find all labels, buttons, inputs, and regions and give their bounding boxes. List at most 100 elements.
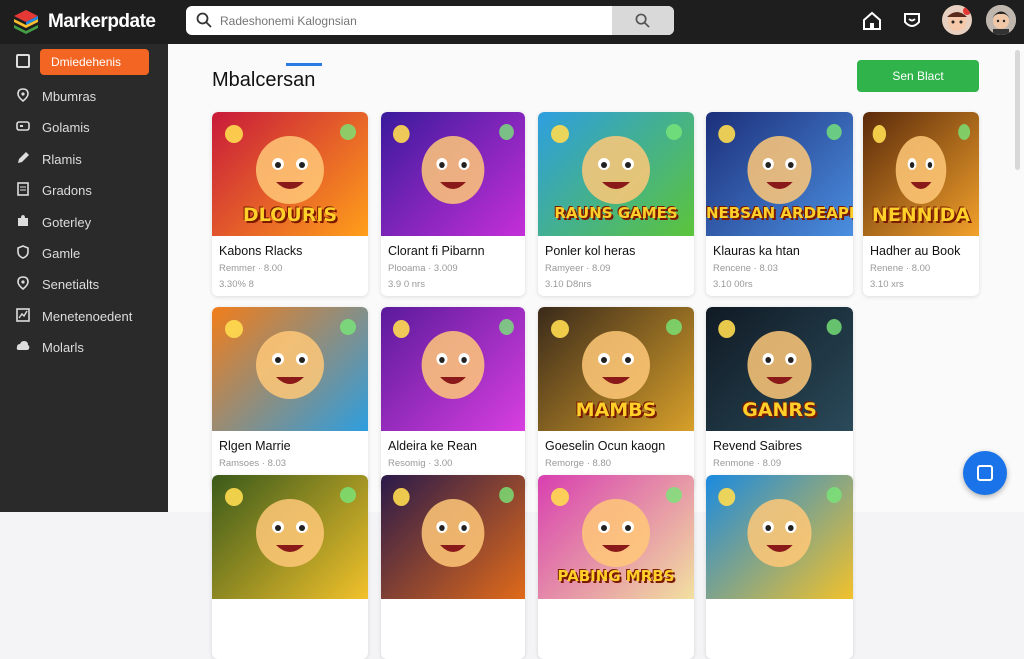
game-card[interactable]: DLOURIS Kabons Rlacks Remmer · 8.00 3.30% 8 [212,112,368,296]
card-title: Kabons Rlacks [219,244,303,258]
notification-avatar[interactable] [942,5,972,35]
sidebar-item[interactable]: Senetialts [0,272,168,296]
game-card[interactable]: MAMBSGoeselin Ocun kaognRemorge · 8.803.… [538,307,694,491]
game-thumbnail[interactable]: NEBSAN ARDEAPIES [706,112,853,236]
game-thumbnail[interactable]: NENNIDA [863,112,979,236]
badge-icon[interactable] [900,9,924,33]
location-icon [16,88,30,103]
card-meta: 3.10 D8nrs [545,279,592,290]
card-meta: Remorge · 8.80 [545,458,612,469]
sidebar-item-label: Rlamis [42,152,82,167]
chat-icon [977,465,993,481]
top-bar: Markerpdate [0,0,1024,44]
game-card[interactable]: NENNIDA Hadher au Book Renene · 8.00 3.10 x… [863,112,979,296]
pencil-icon [16,151,30,165]
action-button[interactable]: Sen Blact [857,60,979,92]
card-meta: Resomig · 3.00 [388,458,453,469]
scrollbar[interactable] [1015,50,1020,170]
search-icon [196,12,212,28]
tab-indicator [286,63,322,66]
search-icon [635,13,650,28]
game-card[interactable] [381,475,525,659]
game-thumbnail[interactable] [381,112,525,236]
game-thumbnail[interactable]: PABING MRBS [538,475,694,599]
card-title: Goeselin Ocun kaogn [545,439,666,453]
thumbnail-title: RAUNS GAMES [554,204,678,222]
shield-icon [16,245,30,259]
card-meta: Renene · 8.00 [870,263,931,274]
main-content: Mbalcersan Sen Blact DLOURIS Kabons Rlack… [168,44,1024,659]
game-card[interactable]: NEBSAN ARDEAPIES Klauras ka htan Rencene ·… [706,112,853,296]
chat-button[interactable] [963,451,1007,495]
sidebar-item[interactable]: Gradons [0,178,168,202]
sidebar-item-label: Senetialts [42,277,100,292]
card-meta: Ramsoes · 8.03 [219,458,287,469]
sidebar-item-label: Golamis [42,120,90,135]
game-card[interactable] [212,475,368,659]
search-button[interactable] [612,6,674,35]
sidebar-item-label: Gradons [42,183,92,198]
card-meta: 3.10 xrs [870,279,904,290]
app-title: Markerpdate [48,11,156,32]
card-meta: 3.30% 8 [219,279,254,290]
card-meta: Plooama · 3.009 [388,263,458,274]
game-card[interactable]: Aldeira ke ReanResomig · 3.003.33 8 [381,307,525,491]
sidebar-item[interactable]: Rlamis [0,147,168,171]
card-meta: Renmone · 8.09 [713,458,782,469]
game-thumbnail[interactable]: RAUNS GAMES [538,112,694,236]
thumbnail-title: PABING MRBS [557,567,675,585]
chart-icon [16,308,30,322]
location-icon [16,276,30,291]
thumbnail-title: DLOURIS [242,204,338,226]
home-icon[interactable] [860,9,884,33]
game-card[interactable]: Clorant fi Pibarnn Plooama · 3.009 3.9 0 n… [381,112,525,296]
thumbnail-title: NENNIDA [871,204,971,226]
sidebar: Dmiedehenis Mbumras Golamis Rlamis Gradons G… [0,44,168,512]
game-thumbnail[interactable] [381,307,525,431]
card-title: Clorant fi Pibarnn [388,244,485,258]
game-thumbnail[interactable]: DLOURIS [212,112,368,236]
sidebar-item-label: Molarls [42,340,84,355]
sidebar-item[interactable]: Molarls [0,335,168,359]
sidebar-item-label: Menetenoedent [42,309,133,324]
logo-icon[interactable] [12,8,40,36]
game-card[interactable]: GANRSRevend SaibresRenmone · 8.093.33 8n… [706,307,853,491]
game-thumbnail[interactable]: MAMBS [538,307,694,431]
sidebar-item-label: Goterley [42,215,92,230]
card-meta: Remmer · 8.00 [219,263,283,274]
card-title: Revend Saibres [713,439,802,453]
card-title: Aldeira ke Rean [388,439,477,453]
game-card[interactable] [706,475,853,659]
game-thumbnail[interactable] [212,475,368,599]
cloud-icon [16,339,30,353]
document-icon [16,182,30,196]
card-title: Rlgen Marrie [219,439,291,453]
card-meta: 3.9 0 nrs [388,279,425,290]
thumbnail-title: MAMBS [575,399,657,421]
card-meta: 3.10 00rs [713,279,753,290]
card-meta: Ramyeer · 8.09 [545,263,611,274]
card-title: Klauras ka htan [713,244,800,258]
sidebar-item[interactable]: Menetenoedent [0,304,168,328]
gamepad-icon [16,119,30,133]
sidebar-item-active[interactable]: Dmiedehenis [40,49,149,75]
sidebar-item[interactable]: Gamle [0,241,168,265]
sidebar-item[interactable]: Goterley [0,210,168,234]
search-input[interactable] [220,11,590,30]
game-thumbnail[interactable]: GANRS [706,307,853,431]
game-card[interactable]: PABING MRBS [538,475,694,659]
game-thumbnail[interactable] [212,307,368,431]
search-bar[interactable] [186,6,674,35]
game-thumbnail[interactable] [381,475,525,599]
thumbnail-title: GANRS [742,399,817,421]
sidebar-item[interactable]: Mbumras [0,84,168,108]
sidebar-item[interactable]: Golamis [0,115,168,139]
card-title: Hadher au Book [870,244,961,258]
card-meta: Rencene · 8.03 [713,263,778,274]
user-avatar[interactable] [986,5,1016,35]
thumbnail-title: NEBSAN ARDEAPIES [706,204,853,222]
game-card[interactable]: Rlgen MarrieRamsoes · 8.033.03PA 8 brs [212,307,368,491]
sidebar-item-label: Gamle [42,246,81,261]
game-card[interactable]: RAUNS GAMES Ponler kol heras Ramyeer · 8.0… [538,112,694,296]
game-thumbnail[interactable] [706,475,853,599]
